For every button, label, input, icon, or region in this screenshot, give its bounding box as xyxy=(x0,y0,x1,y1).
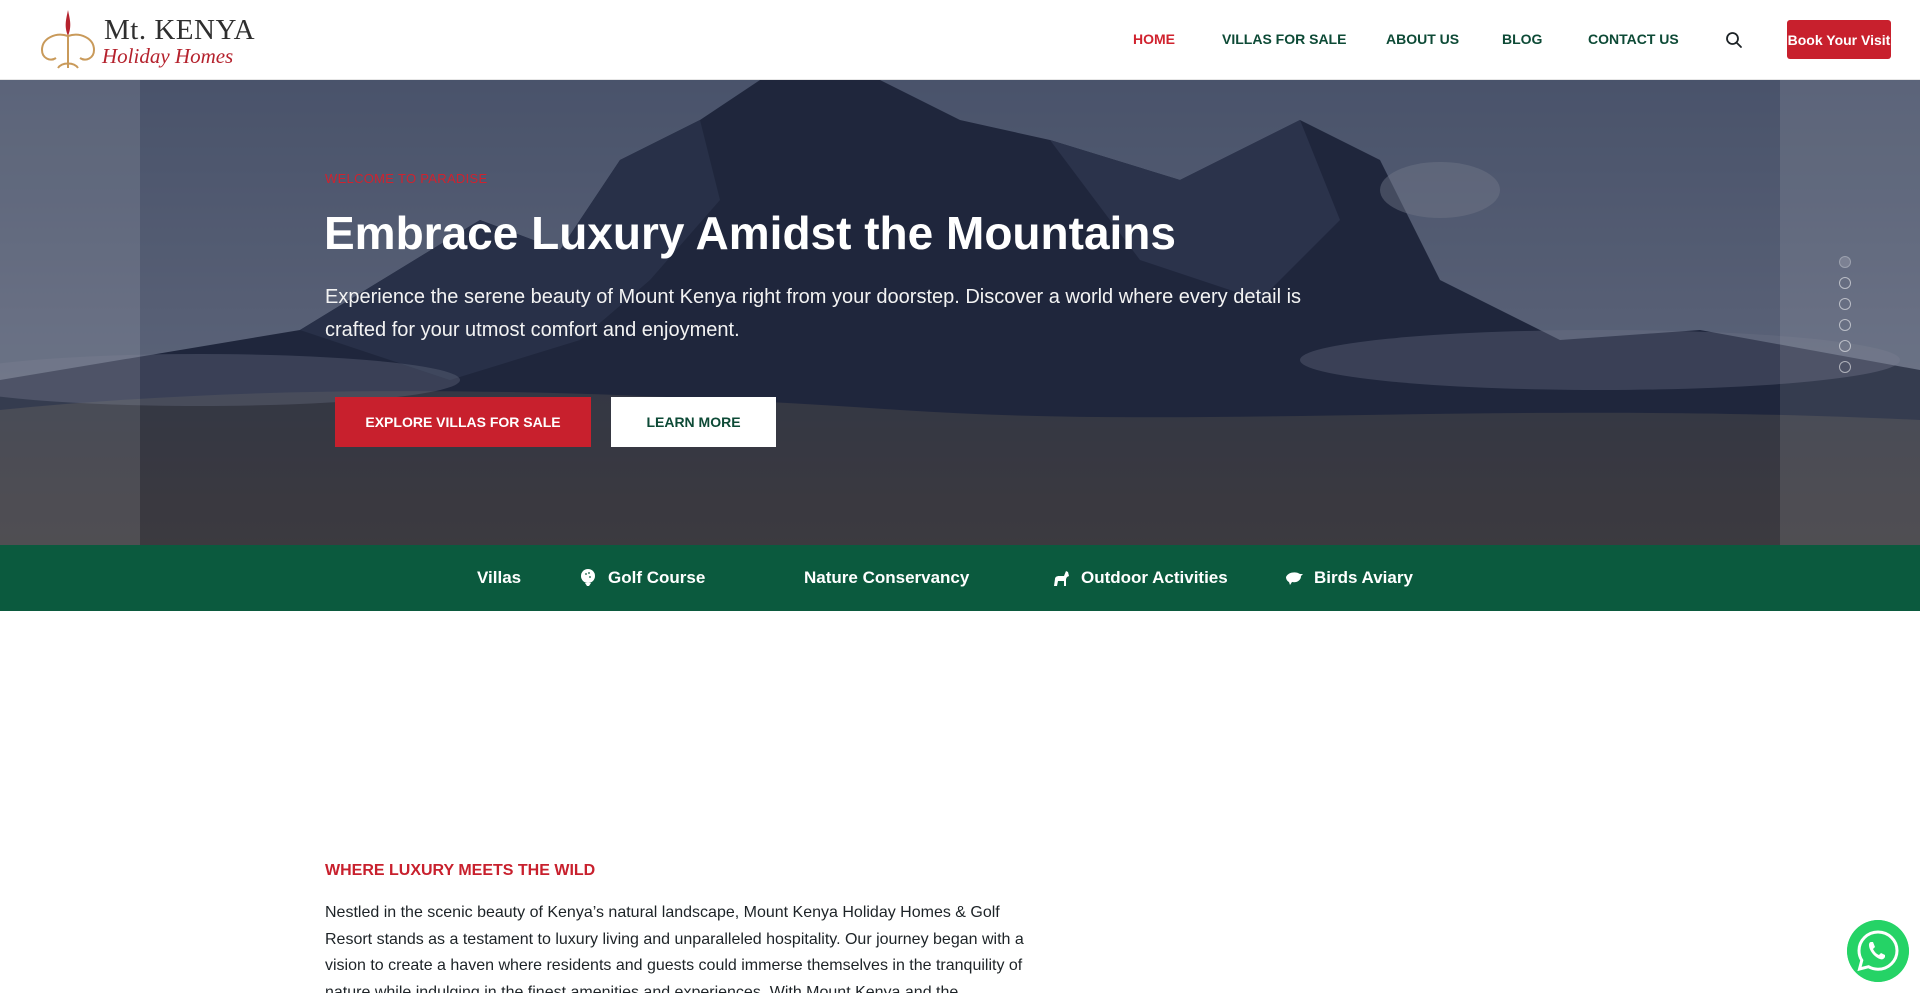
search-icon[interactable] xyxy=(1725,31,1743,49)
slider-dot[interactable] xyxy=(1839,277,1851,289)
explore-villas-button[interactable]: EXPLORE VILLAS FOR SALE xyxy=(335,397,591,447)
hero-eyebrow: WELCOME TO PARADISE xyxy=(325,171,488,186)
feature-golf-course[interactable]: Golf Course xyxy=(578,567,705,589)
whatsapp-icon[interactable] xyxy=(1847,920,1909,982)
feature-label: Birds Aviary xyxy=(1314,568,1413,587)
nav-home[interactable]: HOME xyxy=(1133,31,1175,47)
slider-dot[interactable] xyxy=(1839,340,1851,352)
feature-label: Villas xyxy=(477,568,522,587)
nav-contact-us[interactable]: CONTACT US xyxy=(1588,31,1679,47)
feature-villas[interactable]: Villas xyxy=(477,567,521,589)
slider-dot[interactable] xyxy=(1839,256,1851,268)
logo-name: Mt. KENYA xyxy=(104,14,256,46)
site-logo[interactable]: Mt. KENYA Holiday Homes xyxy=(36,6,255,72)
slider-dot[interactable] xyxy=(1839,361,1851,373)
slider-dot[interactable] xyxy=(1839,319,1851,331)
logo-subtitle: Holiday Homes xyxy=(102,44,234,68)
golf-ball-icon xyxy=(581,569,595,586)
hero-slider: WELCOME TO PARADISE Embrace Luxury Amids… xyxy=(0,80,1920,545)
nav-about-us[interactable]: ABOUT US xyxy=(1386,31,1459,47)
book-your-visit-button[interactable]: Book Your Visit xyxy=(1787,20,1891,59)
slider-pagination xyxy=(1839,256,1853,382)
feature-birds-aviary[interactable]: Birds Aviary xyxy=(1284,567,1413,589)
bird-icon xyxy=(1286,572,1303,585)
logo-emblem-icon xyxy=(40,10,96,69)
feature-label: Nature Conservancy xyxy=(804,568,970,587)
site-header: Mt. KENYA Holiday Homes HOME VILLAS FOR … xyxy=(0,0,1920,80)
about-eyebrow: WHERE LUXURY MEETS THE WILD xyxy=(325,862,596,879)
hero-title: Embrace Luxury Amidst the Mountains xyxy=(324,207,1176,259)
feature-bar: Villas Golf Course Nature Conservancy Ou… xyxy=(0,545,1920,611)
feature-outdoor-activities[interactable]: Outdoor Activities xyxy=(1051,567,1228,589)
nav-blog[interactable]: BLOG xyxy=(1502,31,1542,47)
hero-side-panel-left xyxy=(0,80,140,545)
nav-villas-for-sale[interactable]: VILLAS FOR SALE xyxy=(1222,31,1346,47)
slider-dot[interactable] xyxy=(1839,298,1851,310)
feature-nature-conservancy[interactable]: Nature Conservancy xyxy=(804,567,969,589)
horse-icon xyxy=(1054,571,1069,586)
about-text: Nestled in the scenic beauty of Kenya’s … xyxy=(325,904,1024,993)
learn-more-button[interactable]: LEARN MORE xyxy=(611,397,776,447)
feature-label: Golf Course xyxy=(608,568,706,587)
hero-description: Experience the serene beauty of Mount Ke… xyxy=(325,286,1302,341)
feature-label: Outdoor Activities xyxy=(1081,568,1228,587)
